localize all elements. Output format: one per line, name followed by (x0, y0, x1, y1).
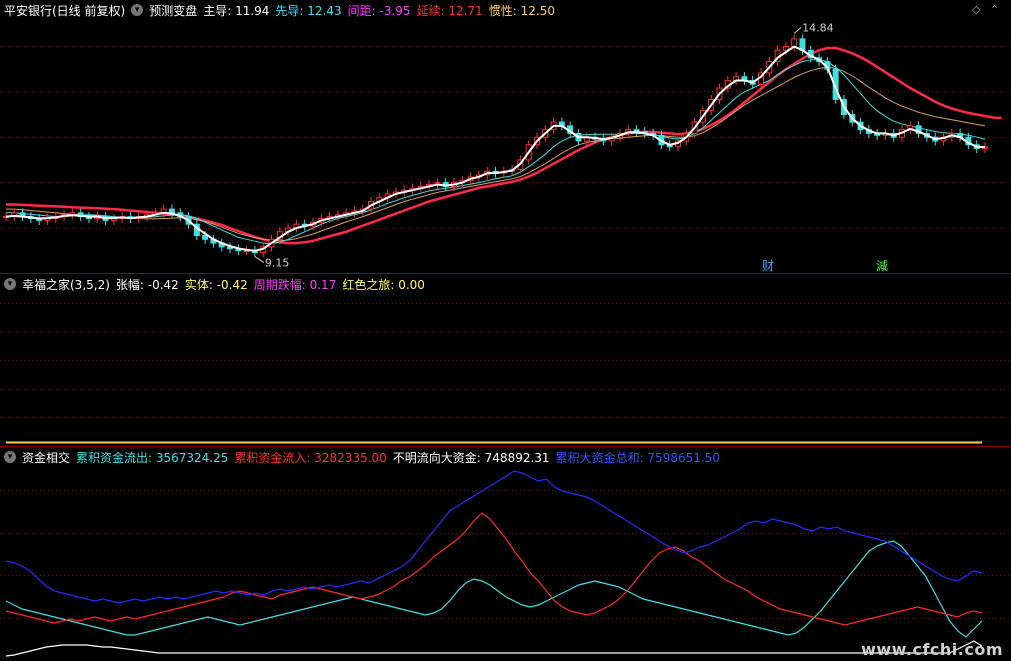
indicator-label: 周期跌幅: (253, 277, 306, 292)
indicator-name[interactable]: 预测变盘 (149, 2, 197, 19)
indicator-item: 惯性: 12.50 (489, 4, 555, 18)
indicator-item: 累积资金流出: 3567324.25 (76, 451, 228, 465)
indicator-label: 实体: (184, 277, 213, 292)
xingfu-panel: ▾ 幸福之家(3,5,2) 张幅: -0.42 实体: -0.42 周期跌幅: 0.… (0, 273, 1011, 446)
indicator-item: 红色之旅: 0.00 (342, 278, 425, 292)
indicator-value: 11.94 (231, 3, 270, 18)
fund-header: ▾ 资金相交 累积资金流出: 3567324.25 累积资金流入: 3282335… (4, 449, 726, 465)
indicator-value: 0.00 (394, 277, 425, 292)
indicator-item: 主导: 11.94 (203, 4, 269, 18)
indicator-item: 累积大资金总和: 7598651.50 (556, 451, 720, 465)
indicator-label: 累积资金流入: (234, 450, 311, 465)
indicator-value: -3.95 (375, 3, 411, 18)
indicator-item: 延续: 12.71 (417, 4, 483, 18)
indicator-item: 不明流向大资金: 748892.31 (393, 451, 550, 465)
xingfu-indicator-values: 张幅: -0.42 实体: -0.42 周期跌幅: 0.17 红色之旅: 0.00 (116, 276, 431, 293)
candle-body (791, 38, 798, 47)
indicator-value: 12.50 (516, 3, 555, 18)
indicator-value: -0.42 (212, 277, 248, 292)
indicator-label: 红色之旅: (342, 277, 395, 292)
fund-indicator-values: 累积资金流出: 3567324.25 累积资金流入: 3282335.00 不明流向… (76, 449, 726, 466)
indicator-item: 张幅: -0.42 (116, 278, 179, 292)
price-header: 平安银行(日线 前复权) ▾ 预测变盘 主导: 11.94 先导: 12.43 间距… (4, 2, 561, 18)
indicator-value: 3567324.25 (152, 450, 229, 465)
indicator-item: 先导: 12.43 (275, 4, 341, 18)
indicator-menu-icon[interactable]: ▾ (4, 451, 16, 463)
indicator-item: 间距: -3.95 (348, 4, 411, 18)
watermark: www.cfchi.com (861, 640, 1003, 659)
indicator-label: 累积大资金总和: (555, 450, 644, 465)
indicator-value: 3282335.00 (310, 450, 387, 465)
stock-title[interactable]: 平安银行(日线 前复权) (4, 2, 125, 19)
candle-body (782, 45, 789, 51)
candle-body (633, 129, 640, 133)
indicator-label: 先导: (275, 3, 304, 18)
indicator-label: 间距: (347, 3, 376, 18)
fund-name[interactable]: 资金相交 (22, 449, 70, 466)
indicator-value: 748892.31 (480, 450, 550, 465)
marker-cai: 财 (762, 259, 774, 273)
indicator-value: 0.17 (305, 277, 337, 292)
xingfu-chart[interactable] (0, 274, 1011, 446)
candle-body (202, 235, 209, 240)
indicator-label: 不明流向大资金: (392, 450, 481, 465)
indicator-value: 12.43 (303, 3, 342, 18)
indicator-item: 实体: -0.42 (185, 278, 248, 292)
indicator-menu-icon[interactable]: ▾ (131, 4, 144, 16)
high-price-label: 14.84 (802, 21, 834, 34)
marker-jian: 減 (876, 258, 888, 273)
indicator-menu-icon[interactable]: ▾ (4, 278, 16, 290)
low-price-label: 9.15 (265, 257, 290, 270)
indicator-label: 惯性: (488, 3, 517, 18)
fund-panel: ▾ 资金相交 累积资金流出: 3567324.25 累积资金流入: 3282335… (0, 446, 1011, 661)
indicator-label: 累积资金流出: (76, 450, 153, 465)
indicator-value: -0.42 (143, 277, 179, 292)
low-arrow (254, 256, 265, 263)
indicator-label: 主导: (203, 3, 232, 18)
diamond-icon[interactable]: ◇ (972, 3, 980, 16)
price-panel: 14.84 9.15 财 減 平安银行(日线 前复权) ▾ 预测变盘 主导: 11.9… (0, 0, 1011, 273)
indicator-value: 12.71 (444, 3, 483, 18)
red-line (5, 512, 983, 626)
indicator-item: 周期跌幅: 0.17 (254, 278, 337, 292)
indicator-label: 延续: (416, 3, 445, 18)
indicator-item: 累积资金流入: 3282335.00 (234, 451, 386, 465)
white-line (5, 640, 983, 657)
fund-chart[interactable] (0, 447, 1011, 661)
indicator-value: 7598651.50 (643, 450, 720, 465)
price-chart[interactable]: 14.84 9.15 财 減 (0, 0, 1011, 273)
xingfu-header: ▾ 幸福之家(3,5,2) 张幅: -0.42 实体: -0.42 周期跌幅: 0.… (4, 276, 431, 292)
collapse-icon[interactable]: ⌃ (990, 3, 999, 16)
indicator-label: 张幅: (115, 277, 144, 292)
xingfu-name[interactable]: 幸福之家(3,5,2) (22, 276, 110, 293)
price-indicator-values: 主导: 11.94 先导: 12.43 间距: -3.95 延续: 12.71 惯性: … (203, 2, 561, 19)
candle-body (168, 208, 175, 214)
high-arrow (793, 27, 802, 34)
